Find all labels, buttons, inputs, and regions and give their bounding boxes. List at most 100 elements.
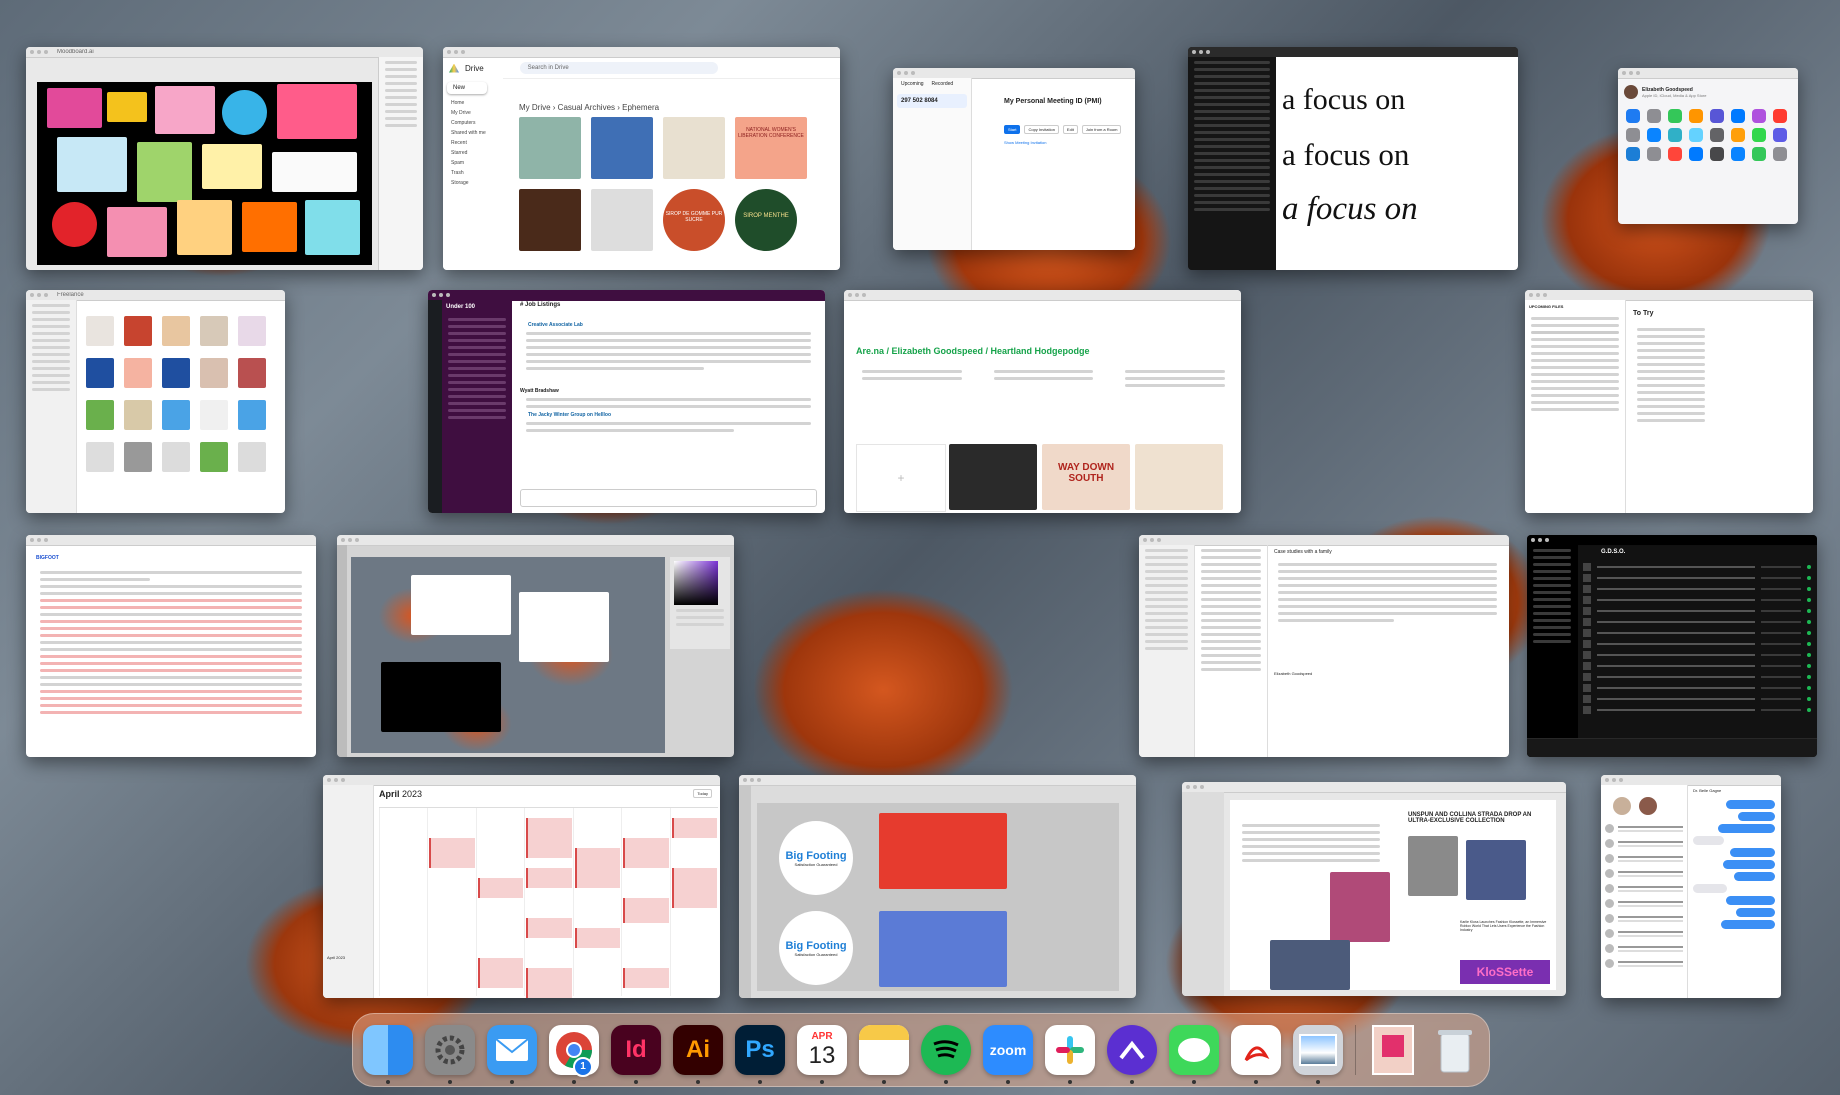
- settings-pane-icon[interactable]: [1731, 147, 1745, 161]
- sticker-circle[interactable]: Big Footing Satisfaction Guaranteed: [779, 911, 853, 985]
- title-bar[interactable]: [1182, 782, 1566, 793]
- spotify-icon[interactable]: [921, 1025, 971, 1084]
- file-icon[interactable]: [86, 442, 114, 472]
- title-bar[interactable]: [1618, 68, 1798, 79]
- track-row[interactable]: [1583, 572, 1811, 583]
- calendar-event[interactable]: [623, 968, 669, 988]
- track-row[interactable]: [1583, 638, 1811, 649]
- window-indesign-layout[interactable]: UNSPUN AND COLLINA STRADA DROP AN ULTRA-…: [1182, 782, 1566, 996]
- settings-pane-icon[interactable]: [1710, 109, 1724, 123]
- title-bar[interactable]: [337, 535, 734, 546]
- conversation-item[interactable]: [1601, 836, 1687, 851]
- window-slack[interactable]: Under 100 # Job Listings Creative Associ…: [428, 290, 825, 513]
- settings-pane-icon[interactable]: [1668, 147, 1682, 161]
- day-column[interactable]: [669, 808, 718, 996]
- avatar[interactable]: [1639, 797, 1657, 815]
- breadcrumb-item[interactable]: Casual Archives: [558, 103, 615, 112]
- conversation-contact[interactable]: Dr. Belle Gagne: [1693, 788, 1721, 793]
- file-icon[interactable]: [200, 400, 228, 430]
- acrobat-icon[interactable]: [1231, 1025, 1281, 1084]
- settings-pane-icon[interactable]: [1752, 128, 1766, 142]
- file-icon[interactable]: [124, 358, 152, 388]
- conversation-item[interactable]: [1601, 911, 1687, 926]
- file-card[interactable]: [519, 117, 581, 179]
- settings-pane-icon[interactable]: [1647, 109, 1661, 123]
- title-bar[interactable]: Moodboard.ai: [26, 47, 423, 58]
- gear-icon[interactable]: [425, 1025, 475, 1084]
- file-icon[interactable]: [200, 316, 228, 346]
- sidebar-item[interactable]: Spam: [443, 158, 503, 168]
- window-arena[interactable]: Are.na / Elizabeth Goodspeed / Heartland…: [844, 290, 1241, 513]
- file-card[interactable]: NATIONAL WOMEN'S LIBERATION CONFERENCE: [735, 117, 807, 179]
- player-bar[interactable]: [1527, 738, 1817, 757]
- settings-pane-icon[interactable]: [1626, 109, 1640, 123]
- block-image[interactable]: [949, 444, 1037, 510]
- canvas[interactable]: [351, 557, 665, 753]
- tools-panel[interactable]: [739, 785, 751, 998]
- file-card[interactable]: [663, 117, 725, 179]
- window-messages[interactable]: Dr. Belle Gagne: [1601, 775, 1781, 998]
- conversation-item[interactable]: [1601, 821, 1687, 836]
- messages-icon[interactable]: [1169, 1025, 1219, 1084]
- edit-button[interactable]: Edit: [1062, 125, 1078, 134]
- add-block-tile[interactable]: +: [856, 444, 946, 512]
- new-button[interactable]: New: [447, 82, 487, 94]
- sidebar-item[interactable]: Computers: [443, 118, 503, 128]
- calendar-event[interactable]: [526, 818, 572, 858]
- week-grid[interactable]: [379, 807, 718, 998]
- illustrator-icon[interactable]: Ai: [673, 1025, 723, 1084]
- settings-pane-icon[interactable]: [1689, 128, 1703, 142]
- track-row[interactable]: [1583, 616, 1811, 627]
- settings-pane-icon[interactable]: [1668, 109, 1682, 123]
- tab-recorded[interactable]: Recorded: [932, 81, 954, 87]
- settings-pane-icon[interactable]: [1773, 128, 1787, 142]
- chrome-icon[interactable]: 1: [549, 1025, 599, 1084]
- tools-panel[interactable]: [337, 545, 347, 757]
- file-card[interactable]: [519, 189, 581, 251]
- calendar-event[interactable]: [477, 878, 524, 898]
- calendar-event[interactable]: [526, 918, 572, 938]
- close-button[interactable]: [30, 50, 34, 54]
- conversation-item[interactable]: [1601, 866, 1687, 881]
- file-icon[interactable]: [86, 358, 114, 388]
- conversation-item[interactable]: [1601, 851, 1687, 866]
- settings-pane-icon[interactable]: [1647, 147, 1661, 161]
- arena-icon[interactable]: [1107, 1025, 1157, 1084]
- window-notes[interactable]: UPCOMING FILES To Try: [1525, 290, 1813, 513]
- settings-pane-icon[interactable]: [1710, 147, 1724, 161]
- settings-pane-icon[interactable]: [1731, 109, 1745, 123]
- window-photoshop[interactable]: [337, 535, 734, 757]
- settings-pane-icon[interactable]: [1710, 128, 1724, 142]
- day-column[interactable]: [524, 808, 572, 998]
- file-icon[interactable]: [124, 442, 152, 472]
- mail-icon[interactable]: [487, 1025, 537, 1084]
- calendar-event[interactable]: [574, 848, 621, 888]
- sidebar-item[interactable]: Shared with me: [443, 128, 503, 138]
- avatar[interactable]: [1613, 797, 1631, 815]
- breadcrumb-item[interactable]: My Drive: [519, 103, 551, 112]
- track-row[interactable]: [1583, 605, 1811, 616]
- sticker-circle[interactable]: Big Footing Satisfaction Guaranteed: [779, 821, 853, 895]
- track-row[interactable]: [1583, 583, 1811, 594]
- show-invitation-link[interactable]: Show Meeting Invitation: [1004, 140, 1046, 145]
- window-calendar[interactable]: April 2023 April 2023 Today: [323, 775, 720, 998]
- conversation-item[interactable]: [1601, 956, 1687, 971]
- workspace-name[interactable]: Under 100: [442, 300, 512, 314]
- file-icon[interactable]: [162, 358, 190, 388]
- indesign-icon[interactable]: Id: [611, 1025, 661, 1084]
- photoshop-icon[interactable]: Ps: [735, 1025, 785, 1084]
- conversation-item[interactable]: [1601, 926, 1687, 941]
- settings-pane-icon[interactable]: [1731, 128, 1745, 142]
- track-row[interactable]: [1583, 660, 1811, 671]
- conversation-item[interactable]: [1601, 941, 1687, 956]
- track-row[interactable]: [1583, 693, 1811, 704]
- sidebar-item[interactable]: Starred: [443, 148, 503, 158]
- file-icon[interactable]: [162, 400, 190, 430]
- preview-icon[interactable]: [1293, 1025, 1343, 1084]
- window-spotify[interactable]: G.D.S.O.: [1527, 535, 1817, 757]
- start-button[interactable]: Start: [1004, 125, 1021, 134]
- calendar-event[interactable]: [574, 928, 621, 948]
- window-text-document[interactable]: BIGFOOT: [26, 535, 316, 757]
- sidebar-item[interactable]: Storage: [443, 178, 503, 188]
- settings-pane-icon[interactable]: [1752, 147, 1766, 161]
